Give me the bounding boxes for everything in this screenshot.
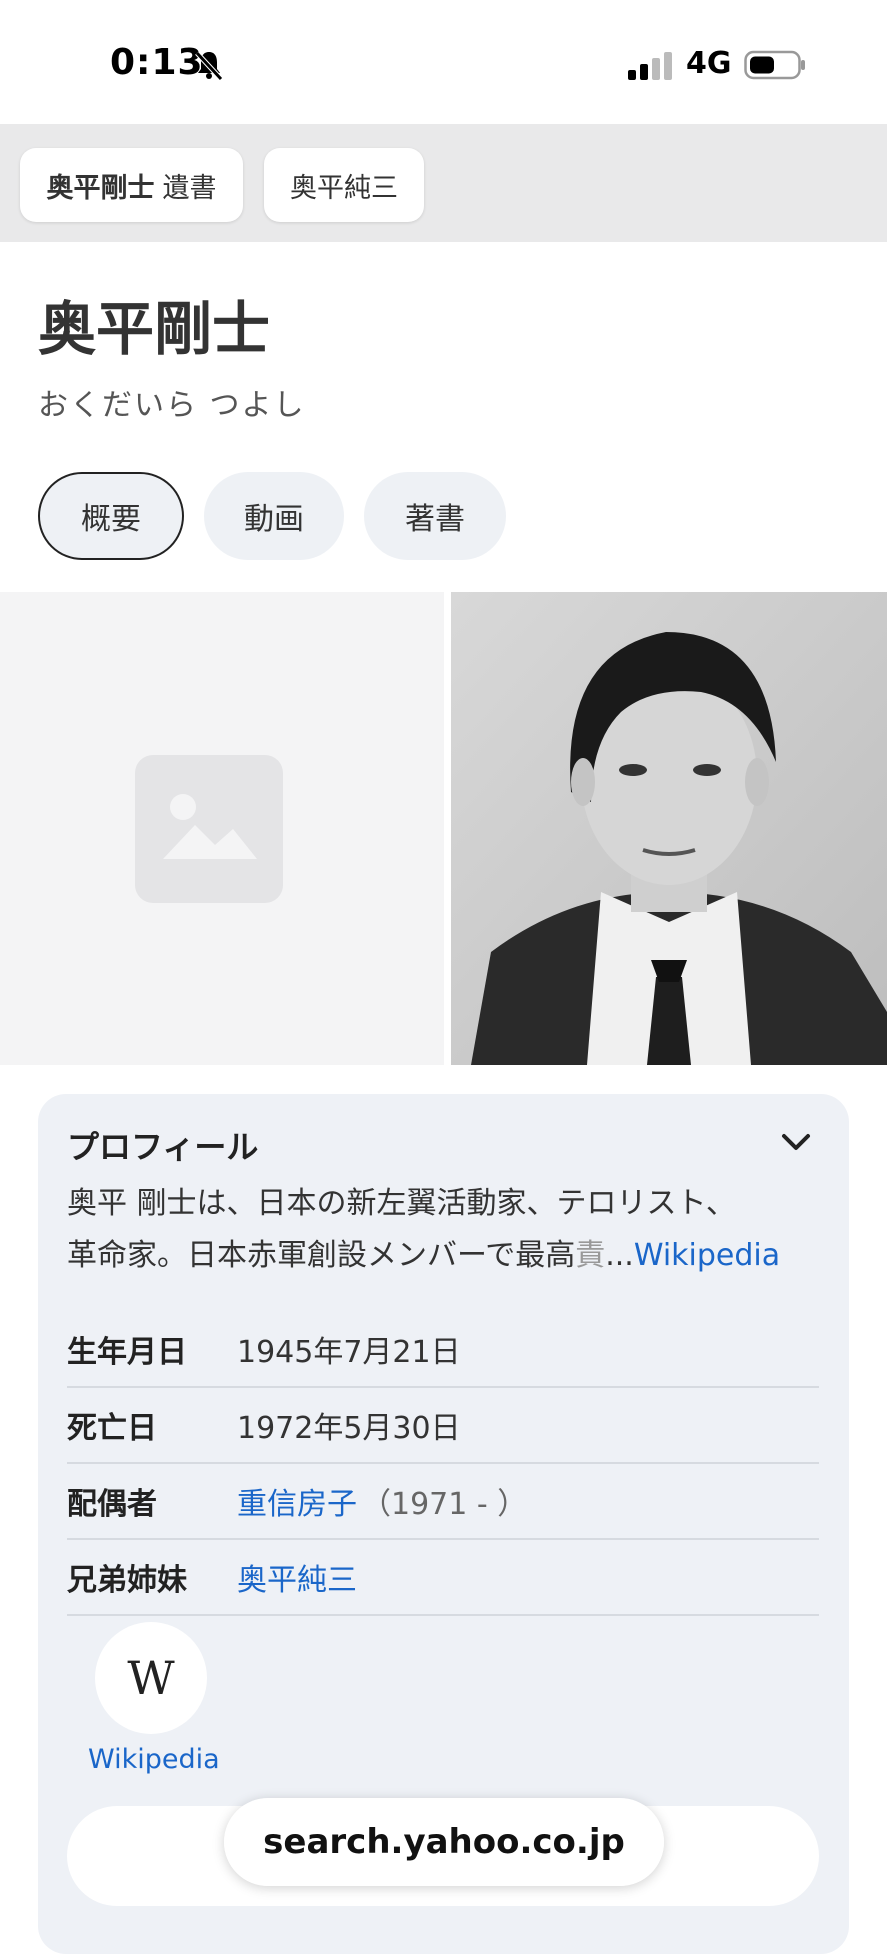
- portrait-photo[interactable]: [451, 592, 887, 1065]
- battery-icon: [744, 50, 805, 80]
- chip-text: 遺書: [162, 172, 217, 204]
- info-row-siblings: 兄弟姉妹 奥平純三: [67, 1540, 819, 1616]
- status-bar: 0:13 4G: [0, 0, 887, 124]
- chip-text: 奥平純三: [290, 172, 398, 204]
- info-row-birth: 生年月日 1945年7月21日: [67, 1312, 819, 1388]
- profile-heading: プロフィール: [67, 1128, 259, 1166]
- description-fade-text: 責: [575, 1238, 606, 1273]
- portrait-image: [451, 592, 887, 1065]
- spouse-link[interactable]: 重信房子: [237, 1479, 357, 1523]
- sibling-link[interactable]: 奥平純三: [237, 1555, 357, 1599]
- info-label: 生年月日: [67, 1335, 187, 1370]
- tab-videos[interactable]: 動画: [204, 472, 344, 560]
- related-search-chip[interactable]: 奥平純三: [264, 148, 424, 222]
- image-placeholder[interactable]: [0, 592, 444, 1065]
- signal-icon: [628, 52, 672, 80]
- info-value: 1972年5月30日: [237, 1411, 461, 1446]
- info-label: 死亡日: [67, 1411, 157, 1446]
- spouse-years: （1971 - ）: [361, 1487, 528, 1522]
- description-ellipsis: ...: [605, 1238, 634, 1273]
- info-label: 兄弟姉妹: [67, 1563, 187, 1598]
- info-row-death: 死亡日 1972年5月30日: [67, 1388, 819, 1464]
- info-value: 1945年7月21日: [237, 1335, 461, 1370]
- description-text: 革命家。日本赤軍創設メンバーで最高: [67, 1238, 576, 1273]
- related-search-chip[interactable]: 奥平剛士 遺書: [20, 148, 243, 222]
- tab-books[interactable]: 著書: [364, 472, 506, 560]
- network-label: 4G: [686, 46, 732, 81]
- bell-muted-icon: [195, 51, 223, 81]
- info-row-spouse: 配偶者 重信房子 （1971 - ）: [67, 1464, 819, 1540]
- wikipedia-link[interactable]: Wikipedia: [634, 1238, 780, 1273]
- entity-title: 奥平剛士: [38, 295, 271, 363]
- status-time: 0:13: [110, 42, 204, 83]
- description-line: 革命家。日本赤軍創設メンバーで最高責...Wikipedia: [67, 1230, 807, 1282]
- entity-reading: おくだいら つよし: [38, 388, 306, 423]
- info-label: 配偶者: [67, 1487, 157, 1522]
- chip-bold-text: 奥平剛士: [46, 172, 155, 204]
- profile-description: 奥平 剛士は、日本の新左翼活動家、テロリスト、 革命家。日本赤軍創設メンバーで最…: [67, 1178, 807, 1282]
- wikipedia-logo-icon[interactable]: W: [95, 1622, 207, 1734]
- tab-overview[interactable]: 概要: [38, 472, 184, 560]
- chevron-down-icon[interactable]: [778, 1124, 814, 1160]
- related-search-strip: 奥平剛士 遺書 奥平純三: [0, 124, 887, 242]
- description-line: 奥平 剛士は、日本の新左翼活動家、テロリスト、: [67, 1186, 736, 1221]
- image-icon: [135, 755, 283, 903]
- wikipedia-source-link[interactable]: Wikipedia: [88, 1744, 220, 1775]
- url-bar[interactable]: search.yahoo.co.jp: [224, 1798, 664, 1886]
